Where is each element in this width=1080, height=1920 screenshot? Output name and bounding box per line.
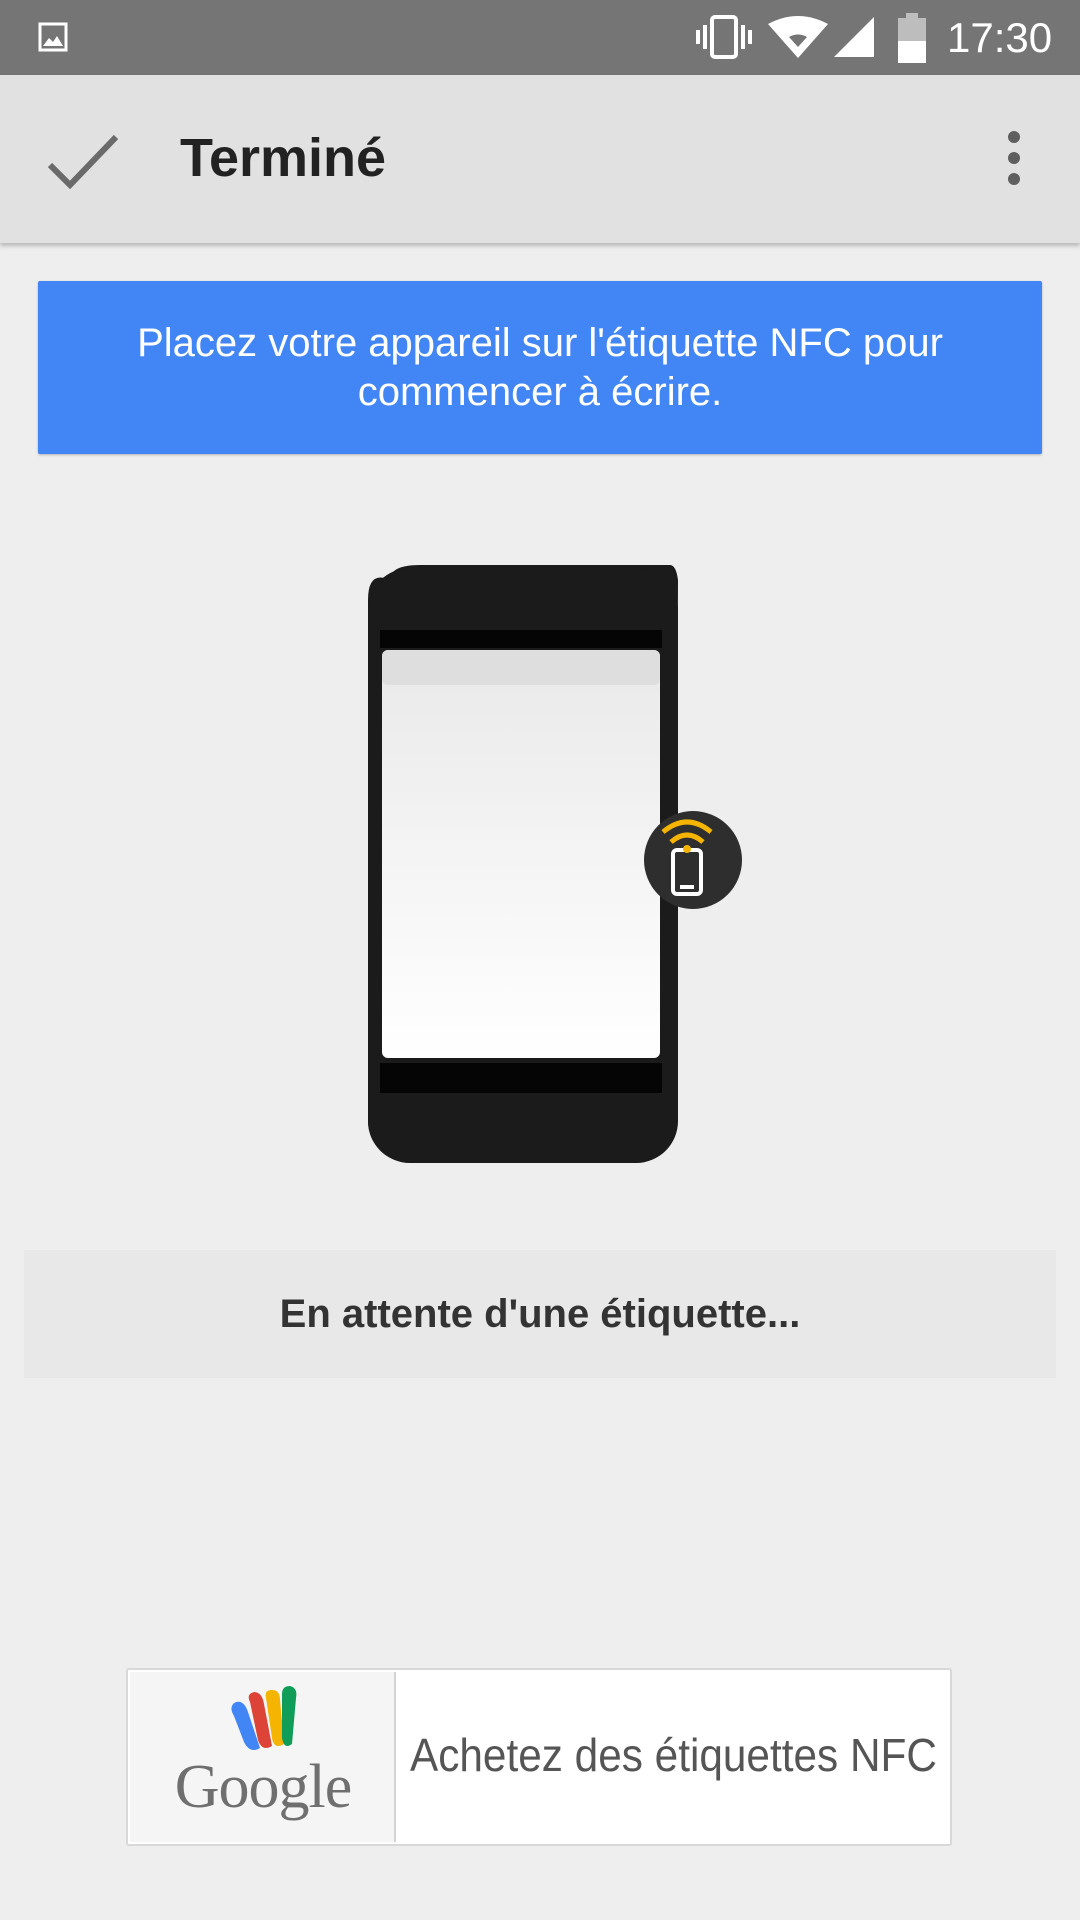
wifi-icon — [768, 16, 828, 58]
action-bar: Terminé — [0, 75, 1080, 243]
done-button[interactable] — [30, 115, 126, 205]
more-vert-icon — [1008, 131, 1020, 185]
clock: 17:30 — [947, 14, 1053, 61]
check-icon — [47, 134, 119, 190]
overflow-menu-button[interactable] — [990, 123, 1038, 195]
google-logo: Google — [130, 1672, 396, 1842]
gallery-icon — [38, 22, 68, 52]
status-bar: 17:30 — [0, 0, 1080, 75]
nfc-phone-icon — [644, 811, 742, 909]
phone-screen — [382, 650, 660, 1058]
google-wallet-icon — [231, 1686, 297, 1750]
battery-icon — [898, 13, 926, 63]
waiting-status-text: En attente d'une étiquette... — [279, 1291, 801, 1336]
nfc-phone-illustration — [368, 565, 742, 1163]
vibrate-icon — [696, 15, 752, 59]
buy-nfc-tags-label: Achetez des étiquettes NFC — [410, 1729, 937, 1781]
google-wordmark: Google — [174, 1753, 353, 1821]
instruction-text: Placez votre appareil sur l'étiquette NF… — [137, 320, 943, 414]
waiting-panel: En attente d'une étiquette... — [24, 1250, 1056, 1378]
signal-icon — [834, 17, 874, 57]
instruction-banner: Placez votre appareil sur l'étiquette NF… — [38, 281, 1042, 454]
buy-nfc-tags-button[interactable]: Google Achetez des étiquettes NFC — [126, 1668, 952, 1846]
page-title: Terminé — [180, 128, 387, 188]
